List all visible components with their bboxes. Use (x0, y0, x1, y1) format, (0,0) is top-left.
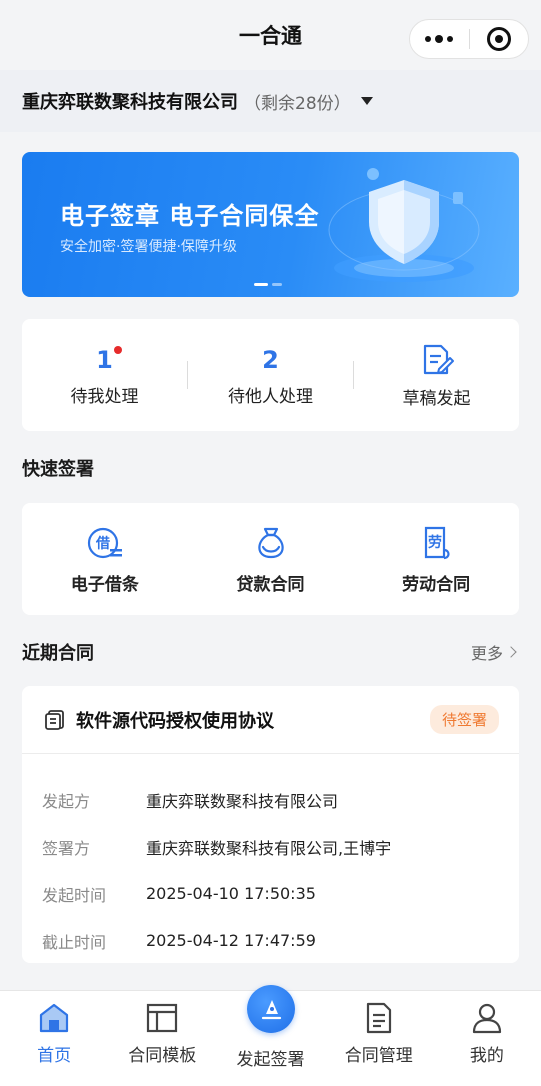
pagination-dot-active (254, 283, 268, 286)
detail-value: 2025-04-10 17:50:35 (146, 884, 316, 903)
home-icon (39, 1003, 69, 1033)
chevron-right-icon (505, 646, 517, 658)
document-icon (45, 709, 64, 730)
detail-row-initiator: 发起方 重庆弈联数聚科技有限公司 (22, 776, 519, 823)
page-title: 一合通 (239, 24, 302, 48)
pending-me-item[interactable]: 1 待我处理 (22, 319, 187, 431)
banner-subtitle: 安全加密·签署便捷·保障升级 (60, 239, 237, 255)
quick-label-loan: 贷款合同 (236, 574, 305, 595)
sign-fab-button[interactable] (246, 985, 295, 1033)
more-link[interactable]: 更多 (470, 640, 517, 664)
tab-home[interactable]: 首页 (0, 991, 108, 1086)
pending-me-label: 待我处理 (70, 386, 139, 407)
company-selector[interactable]: 重庆弈联数聚科技有限公司 （剩余28份） (0, 70, 541, 132)
labor-icon-text: 劳 (428, 534, 442, 551)
contract-details: 发起方 重庆弈联数聚科技有限公司 签署方 重庆弈联数聚科技有限公司,王博宇 发起… (22, 754, 519, 964)
detail-label: 签署方 (42, 838, 91, 858)
banner-pagination (254, 283, 282, 286)
tab-contract-management[interactable]: 合同管理 (325, 991, 433, 1086)
detail-row-deadline: 截止时间 2025-04-12 17:47:59 (22, 917, 519, 964)
pending-me-count-wrap: 1 (96, 344, 122, 376)
pagination-dot (272, 283, 282, 286)
target-icon (486, 27, 511, 51)
detail-label: 截止时间 (42, 932, 107, 952)
tab-label: 我的 (469, 1046, 504, 1066)
shield-icon (328, 168, 480, 282)
pending-others-item[interactable]: 2 待他人处理 (188, 319, 353, 431)
iou-icon-text: 借 (95, 535, 110, 552)
promo-banner[interactable]: 电子签章 电子合同保全 安全加密·签署便捷·保障升级 (22, 152, 519, 297)
banner-title: 电子签章 电子合同保全 (60, 202, 320, 230)
iou-icon: 借 (87, 527, 122, 558)
quick-item-labor[interactable]: 劳 劳动合同 (353, 524, 519, 595)
tab-label: 合同管理 (344, 1046, 413, 1066)
remaining-count: （剩余28份） (244, 93, 351, 114)
tab-initiate-sign[interactable]: 发起签署 (216, 985, 324, 1086)
money-bag-icon (257, 527, 284, 558)
contract-doc-icon (366, 1002, 391, 1034)
tab-label: 合同模板 (128, 1046, 197, 1066)
quick-item-iou[interactable]: 借 电子借条 (22, 524, 188, 595)
tab-profile[interactable]: 我的 (433, 991, 541, 1086)
tab-label: 首页 (37, 1046, 72, 1066)
tab-templates[interactable]: 合同模板 (108, 991, 216, 1086)
close-mini-program-button[interactable] (470, 20, 529, 58)
template-icon (147, 1003, 178, 1033)
quick-sign-card: 借 电子借条 贷款合同 劳 劳动合同 (22, 503, 519, 615)
draft-label: 草稿发起 (402, 388, 471, 409)
quick-label-iou: 电子借条 (70, 574, 139, 595)
company-name: 重庆弈联数聚科技有限公司 (22, 92, 238, 113)
more-dots-icon (425, 35, 454, 43)
detail-value: 重庆弈联数聚科技有限公司,王博宇 (146, 838, 392, 858)
notification-dot (113, 345, 122, 354)
quick-item-loan[interactable]: 贷款合同 (188, 524, 354, 595)
status-badge: 待签署 (429, 705, 499, 734)
detail-row-signers: 签署方 重庆弈联数聚科技有限公司,王博宇 (22, 823, 519, 870)
tab-label: 发起签署 (236, 1050, 305, 1070)
pending-others-label: 待他人处理 (228, 386, 313, 407)
caret-down-icon (360, 97, 373, 105)
draft-item[interactable]: 草稿发起 (354, 319, 519, 431)
quick-sign-title: 快速签署 (22, 459, 94, 480)
detail-value: 重庆弈联数聚科技有限公司 (146, 791, 339, 811)
user-icon (472, 1003, 502, 1034)
contract-card[interactable]: 软件源代码授权使用协议 待签署 发起方 重庆弈联数聚科技有限公司 签署方 重庆弈… (22, 686, 519, 963)
more-menu-button[interactable] (410, 20, 469, 58)
mini-program-capsule (409, 19, 529, 59)
pending-others-count: 2 (262, 345, 279, 374)
recent-contracts-title: 近期合同 (22, 643, 94, 664)
pending-me-count: 1 (96, 345, 113, 374)
quick-label-labor: 劳动合同 (402, 574, 471, 595)
contract-header: 软件源代码授权使用协议 待签署 (22, 686, 519, 754)
draft-edit-icon (419, 342, 455, 378)
contract-title: 软件源代码授权使用协议 (76, 710, 274, 732)
detail-label: 发起方 (42, 791, 91, 811)
bottom-tab-bar: 首页 合同模板 发起签署 合同管理 我的 (0, 985, 541, 1086)
more-label: 更多 (470, 644, 503, 663)
detail-label: 发起时间 (42, 885, 107, 905)
detail-row-start-time: 发起时间 2025-04-10 17:50:35 (22, 870, 519, 917)
task-status-card: 1 待我处理 2 待他人处理 草稿发起 (22, 319, 519, 431)
nav-bar: 一合通 (0, 0, 541, 70)
labor-contract-icon: 劳 (425, 526, 450, 559)
pen-sign-icon (261, 1000, 281, 1020)
detail-value: 2025-04-12 17:47:59 (146, 931, 316, 950)
